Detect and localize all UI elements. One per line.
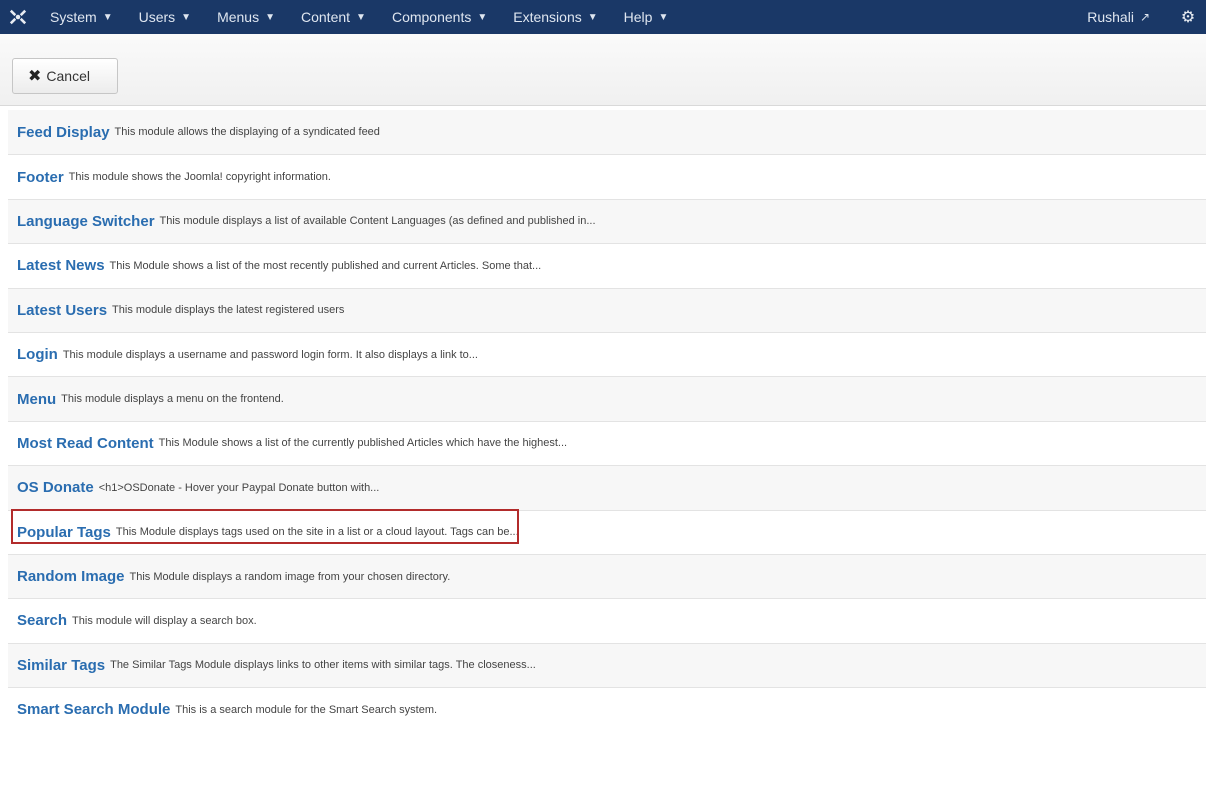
module-link[interactable]: Footer	[17, 169, 64, 186]
module-description: This is a search module for the Smart Se…	[175, 703, 438, 716]
module-list: Feed Display This module allows the displ…	[8, 110, 1206, 732]
list-item: Smart Search Module This is a search modu…	[8, 687, 1206, 732]
navbar-right: Rushali ↗ ⚙	[1087, 0, 1206, 34]
user-menu-link[interactable]: Rushali ↗	[1087, 9, 1170, 25]
list-item: Search This module will display a search …	[8, 598, 1206, 643]
menu-content-label: Content	[301, 9, 351, 25]
module-description: This Module shows a list of the most rec…	[109, 259, 542, 272]
menu-system[interactable]: System ▼	[36, 0, 125, 34]
module-description: This module displays a menu on the front…	[61, 393, 284, 406]
list-item: Language Switcher This module displays a …	[8, 198, 1206, 244]
module-link[interactable]: Menu	[17, 391, 56, 408]
module-link[interactable]: OS Donate	[17, 479, 94, 496]
module-description: This module allows the displaying of a s…	[114, 126, 380, 139]
chevron-down-icon: ▼	[477, 11, 488, 23]
menu-system-label: System	[50, 9, 97, 25]
list-item: Latest News This Module shows a list of t…	[8, 243, 1206, 288]
menu-extensions-label: Extensions	[513, 9, 582, 25]
list-item: Login This module displays a username and…	[8, 331, 1206, 377]
cancel-button-label: Cancel	[46, 68, 90, 84]
module-description: This module shows the Joomla! copyright …	[68, 171, 331, 184]
module-description: This Module displays a random image from…	[129, 570, 451, 583]
chevron-down-icon: ▼	[658, 11, 669, 23]
gear-icon[interactable]: ⚙	[1170, 0, 1206, 34]
module-description: This Module shows a list of the currentl…	[158, 437, 568, 450]
toolbar: ✖ Cancel	[0, 34, 1206, 106]
module-description: This Module displays tags used on the si…	[115, 526, 519, 539]
menu-users-label: Users	[138, 9, 176, 25]
module-link[interactable]: Random Image	[17, 568, 125, 585]
menu-extensions[interactable]: Extensions ▼	[499, 0, 609, 34]
module-link[interactable]: Search	[17, 612, 67, 629]
module-description: This module will display a search box.	[72, 614, 257, 627]
module-link[interactable]: Smart Search Module	[17, 701, 170, 718]
list-item: Latest Users This module displays the lat…	[8, 287, 1206, 332]
module-link[interactable]: Similar Tags	[17, 657, 105, 674]
module-link[interactable]: Latest News	[17, 257, 105, 274]
joomla-logo-icon[interactable]	[0, 0, 36, 34]
chevron-down-icon: ▼	[587, 11, 598, 23]
module-description: This module displays the latest register…	[112, 304, 345, 317]
list-item: Menu This module displays a menu on the f…	[8, 376, 1206, 421]
close-icon: ✖	[28, 68, 42, 85]
module-description: <h1>OSDonate - Hover your Paypal Donate …	[98, 481, 380, 494]
menu-users[interactable]: Users ▼	[125, 0, 203, 34]
menu-components-label: Components	[391, 9, 472, 25]
chevron-down-icon: ▼	[102, 11, 113, 23]
chevron-down-icon: ▼	[265, 11, 275, 23]
module-link[interactable]: Login	[17, 346, 58, 363]
module-link[interactable]: Popular Tags	[17, 524, 111, 541]
chevron-down-icon: ▼	[181, 11, 192, 23]
top-navbar: System ▼ Users ▼ Menus ▼ Content ▼ Component…	[0, 0, 1206, 34]
module-link[interactable]: Language Switcher	[17, 213, 155, 230]
module-link[interactable]: Latest Users	[17, 302, 107, 319]
menu-menus-label: Menus	[217, 9, 260, 25]
menu-menus[interactable]: Menus ▼	[203, 0, 287, 34]
menu-components[interactable]: Components ▼	[378, 0, 499, 34]
external-link-icon: ↗	[1139, 10, 1150, 24]
menu-help[interactable]: Help ▼	[610, 0, 681, 34]
chevron-down-icon: ▼	[356, 11, 366, 23]
module-link[interactable]: Feed Display	[17, 124, 110, 141]
module-description: The Similar Tags Module displays links t…	[110, 659, 536, 672]
menu-help-label: Help	[623, 9, 653, 25]
list-item-os-donate: OS Donate <h1>OSDonate - Hover your Paypa…	[8, 465, 1206, 510]
user-name: Rushali	[1087, 9, 1134, 25]
main-menu: System ▼ Users ▼ Menus ▼ Content ▼ Component…	[36, 0, 680, 34]
list-item: Similar Tags The Similar Tags Module disp…	[8, 642, 1206, 688]
list-item: Popular Tags This Module displays tags us…	[8, 509, 1206, 554]
joomla-logo-svg	[9, 9, 27, 25]
cancel-button[interactable]: ✖ Cancel	[12, 58, 118, 94]
module-description: This module displays a list of available…	[159, 215, 596, 228]
module-description: This module displays a username and pass…	[62, 348, 478, 361]
menu-content[interactable]: Content ▼	[287, 0, 378, 34]
module-link[interactable]: Most Read Content	[17, 435, 154, 452]
list-item: Footer This module shows the Joomla! copy…	[8, 154, 1206, 199]
list-item: Most Read Content This Module shows a lis…	[8, 420, 1206, 466]
list-item: Feed Display This module allows the displ…	[8, 110, 1206, 155]
list-item: Random Image This Module displays a rando…	[8, 553, 1206, 599]
